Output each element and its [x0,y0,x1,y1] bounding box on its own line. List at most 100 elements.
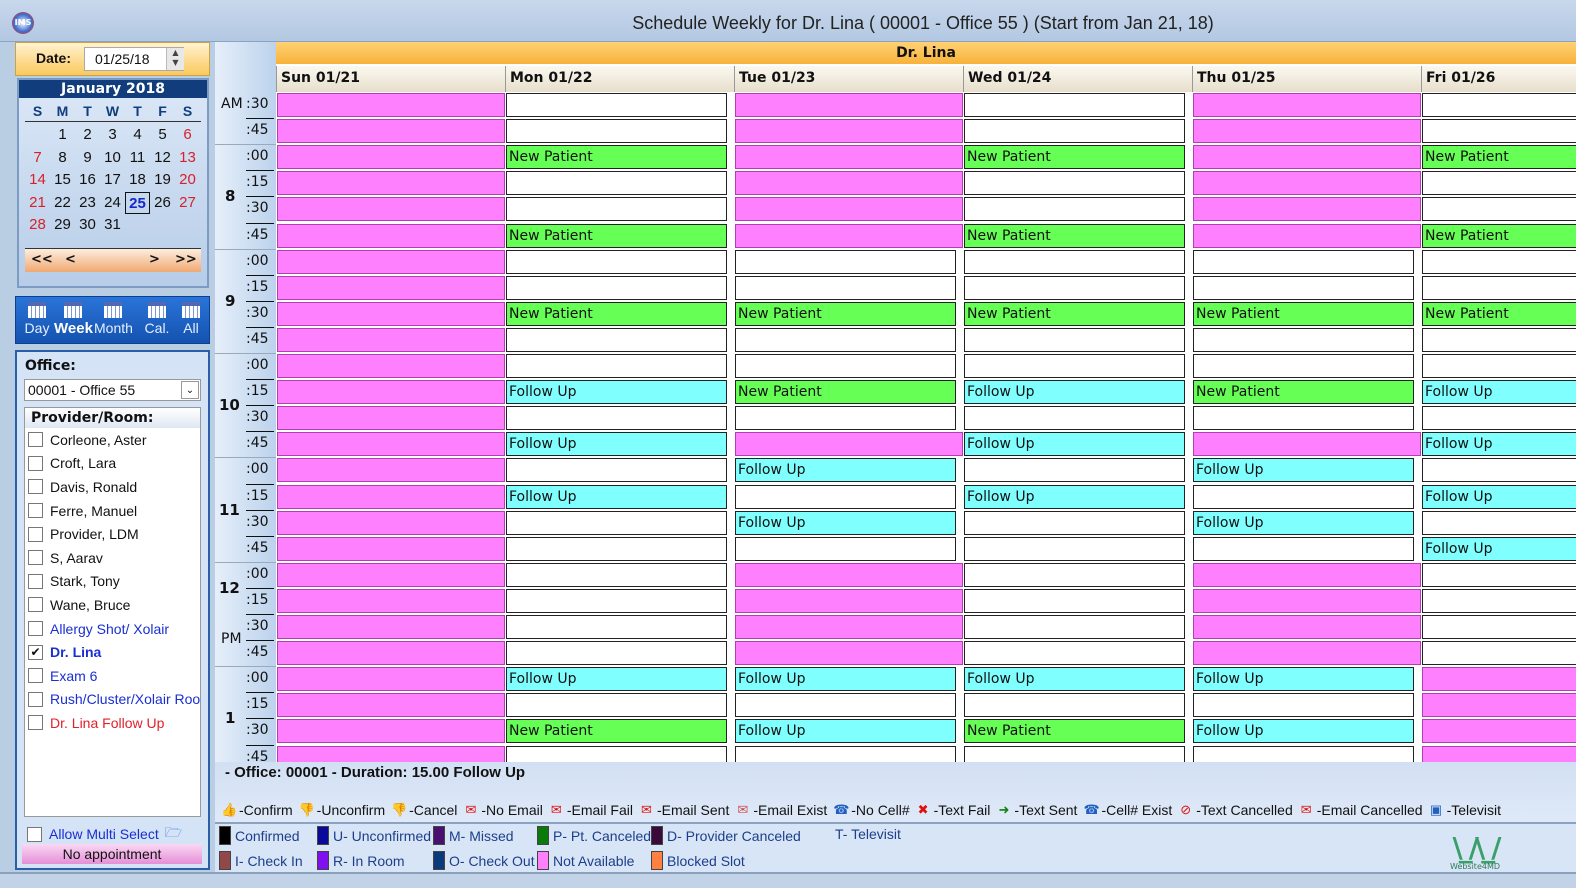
appointment-slot[interactable]: Follow Up [735,719,956,744]
provider-item[interactable]: Rush/Cluster/Xolair Room [25,688,200,712]
calendar-day[interactable]: 1 [50,124,75,146]
slot-not-available[interactable] [277,275,505,300]
calendar-day[interactable]: 12 [150,147,175,169]
calendar-day[interactable]: 17 [100,169,125,191]
slot-open[interactable] [1422,615,1576,640]
appointment-slot[interactable]: New Patient [1193,301,1414,326]
no-appointment-button[interactable]: No appointment [22,844,202,864]
slot-open[interactable] [506,458,727,483]
calendar-day[interactable]: 23 [75,192,100,214]
slot-open[interactable] [1422,327,1576,352]
slot-open[interactable] [964,562,1185,587]
date-spinner[interactable]: ▲ ▼ [166,48,184,70]
calendar-day[interactable]: 29 [50,214,75,236]
appointment-slot[interactable]: Follow Up [964,484,1185,509]
slot-not-available[interactable] [277,119,505,144]
day-header[interactable]: Tue 01/23 [734,66,963,92]
provider-checkbox[interactable]: ✔ [28,644,43,660]
calendar-day[interactable]: 6 [175,124,200,146]
slot-open[interactable] [506,615,727,640]
slot-not-available[interactable] [735,562,963,587]
slot-not-available[interactable] [277,458,505,483]
provider-item[interactable]: S, Aarav [25,546,200,570]
provider-checkbox[interactable] [28,668,43,684]
slot-not-available[interactable] [277,301,505,326]
slot-open[interactable] [964,641,1185,666]
provider-item[interactable]: Croft, Lara [25,452,200,476]
slot-open[interactable] [1422,641,1576,666]
slot-open[interactable] [506,588,727,613]
slot-open[interactable] [1422,197,1576,222]
slot-open[interactable] [964,745,1185,762]
calendar-day[interactable]: 18 [125,169,150,191]
appointment-slot[interactable]: New Patient [1422,223,1576,248]
slot-open[interactable] [506,536,727,561]
calendar-day[interactable]: 7 [25,147,50,169]
provider-item[interactable]: Stark, Tony [25,570,200,594]
slot-open[interactable] [735,406,956,431]
calendar-day[interactable]: 20 [175,169,200,191]
slot-open[interactable] [1422,93,1576,118]
slot-not-available[interactable] [735,93,963,118]
next-month-button[interactable]: > [149,252,160,267]
slot-open[interactable] [506,510,727,535]
provider-item[interactable]: Davis, Ronald [25,475,200,499]
provider-checkbox[interactable] [28,691,43,707]
slot-open[interactable] [1193,693,1414,718]
appointment-slot[interactable]: Follow Up [506,484,727,509]
calendar-day[interactable]: 31 [100,214,125,236]
prev-month-button[interactable]: < [65,252,76,267]
slot-open[interactable] [1193,536,1414,561]
spin-down-icon[interactable]: ▼ [172,58,178,67]
provider-item[interactable]: ✔ Dr. Lina [25,640,200,664]
provider-checkbox[interactable] [28,597,43,613]
appointment-slot[interactable]: Follow Up [964,667,1185,692]
appointment-slot[interactable]: Follow Up [506,432,727,457]
slot-open[interactable] [1422,354,1576,379]
slot-not-available[interactable] [277,667,505,692]
slot-not-available[interactable] [1193,119,1421,144]
slot-open[interactable] [964,406,1185,431]
slot-open[interactable] [735,484,956,509]
slot-open[interactable] [1193,275,1414,300]
appointment-slot[interactable]: Follow Up [1193,667,1414,692]
slot-open[interactable] [735,693,956,718]
view-all-button[interactable]: All [172,297,210,343]
provider-checkbox[interactable] [28,621,43,637]
slot-open[interactable] [506,275,727,300]
calendar-day[interactable]: 5 [150,124,175,146]
appointment-slot[interactable]: Follow Up [1422,432,1576,457]
slot-open[interactable] [964,354,1185,379]
slot-not-available[interactable] [735,588,963,613]
calendar-day[interactable]: 2 [75,124,100,146]
slot-open[interactable] [964,458,1185,483]
slot-open[interactable] [1422,562,1576,587]
provider-item[interactable]: Exam 6 [25,664,200,688]
appointment-slot[interactable]: New Patient [1193,380,1414,405]
appointment-slot[interactable]: Follow Up [735,510,956,535]
appointment-slot[interactable]: Follow Up [735,667,956,692]
appointment-slot[interactable]: New Patient [964,223,1185,248]
slot-not-available[interactable] [277,562,505,587]
provider-item[interactable]: Corleone, Aster [25,428,200,452]
slot-not-available[interactable] [1193,171,1421,196]
appointment-slot[interactable]: New Patient [964,301,1185,326]
slot-open[interactable] [735,354,956,379]
chevron-down-icon[interactable]: ⌄ [181,381,199,399]
slot-open[interactable] [1193,484,1414,509]
slot-open[interactable] [1193,327,1414,352]
calendar-day[interactable]: 15 [50,169,75,191]
slot-open[interactable] [964,249,1185,274]
next-year-button[interactable]: >> [175,252,197,267]
slot-open[interactable] [964,615,1185,640]
calendar-day[interactable]: 13 [175,147,200,169]
slot-not-available[interactable] [277,171,505,196]
allow-multi-checkbox[interactable] [27,826,42,842]
provider-item[interactable]: Dr. Lina Follow Up [25,711,200,735]
calendar-day[interactable]: 11 [125,147,150,169]
slot-not-available[interactable] [277,432,505,457]
slot-not-available[interactable] [277,406,505,431]
provider-checkbox[interactable] [28,526,43,542]
slot-open[interactable] [506,641,727,666]
prev-year-button[interactable]: << [31,252,53,267]
